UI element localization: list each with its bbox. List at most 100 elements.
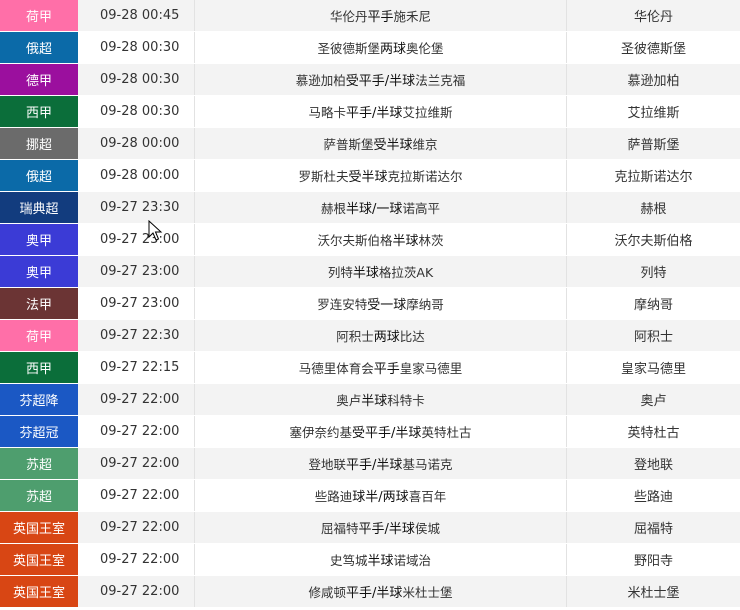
league-badge[interactable]: 法甲 [0, 288, 78, 319]
match-fixture[interactable]: 马德里体育会 平手 皇家马德里 [195, 352, 567, 383]
away-team: 法兰克福 [415, 73, 466, 88]
league-badge[interactable]: 芬超降 [0, 384, 78, 415]
match-fixture[interactable]: 史笃城 半球 诺域治 [195, 544, 567, 575]
pick-team: 英特杜古 [627, 426, 680, 441]
league-badge[interactable]: 荷甲 [0, 320, 78, 351]
table-row[interactable]: 英国王室 09-27 22:00 修咸顿 平手/半球 米杜士堡 米杜士堡 [0, 576, 740, 608]
match-fixture[interactable]: 罗连安特 受一球 摩纳哥 [195, 288, 567, 319]
league-badge[interactable]: 俄超 [0, 160, 78, 191]
handicap: 两球 [373, 330, 400, 345]
match-time: 09-28 00:00 [78, 128, 195, 159]
table-row[interactable]: 挪超 09-28 00:00 萨普斯堡 受半球 维京 萨普斯堡 [0, 128, 740, 160]
handicap: 受半球 [348, 170, 388, 185]
match-time: 09-27 23:00 [78, 288, 195, 319]
match-time: 09-28 00:45 [78, 0, 195, 31]
match-fixture[interactable]: 沃尔夫斯伯格 半球 林茨 [195, 224, 567, 255]
handicap: 受一球 [367, 298, 407, 313]
league-badge[interactable]: 苏超 [0, 480, 78, 511]
table-row[interactable]: 英国王室 09-27 22:00 屈福特 平手/半球 侯城 屈福特 [0, 512, 740, 544]
match-time: 09-28 00:30 [78, 96, 195, 127]
match-fixture[interactable]: 赫根 半球/一球 诺高平 [195, 192, 567, 223]
league-badge[interactable]: 苏超 [0, 448, 78, 479]
table-row[interactable]: 英国王室 09-27 22:00 史笃城 半球 诺域治 野阳寺 [0, 544, 740, 576]
match-fixture[interactable]: 圣彼德斯堡 两球 奥伦堡 [195, 32, 567, 63]
match-fixture[interactable]: 些路迪 球半/两球 喜百年 [195, 480, 567, 511]
league-badge[interactable]: 瑞典超 [0, 192, 78, 223]
league-badge[interactable]: 芬超冠 [0, 416, 78, 447]
table-row[interactable]: 法甲 09-27 23:00 罗连安特 受一球 摩纳哥 摩纳哥 [0, 288, 740, 320]
home-team: 赫根 [321, 201, 347, 216]
home-team: 史笃城 [329, 553, 368, 568]
table-row[interactable]: 奥甲 09-27 23:00 沃尔夫斯伯格 半球 林茨 沃尔夫斯伯格 [0, 224, 740, 256]
match-time: 09-27 22:30 [78, 320, 195, 351]
match-fixture[interactable]: 阿积士 两球 比达 [195, 320, 567, 351]
league-badge[interactable]: 奥甲 [0, 224, 78, 255]
pick-team: 登地联 [633, 458, 673, 473]
league-badge[interactable]: 英国王室 [0, 512, 78, 543]
league-badge[interactable]: 俄超 [0, 32, 78, 63]
home-team: 马德里体育会 [298, 361, 374, 376]
away-team: 米杜士堡 [402, 585, 453, 600]
league-badge[interactable]: 西甲 [0, 352, 78, 383]
table-row[interactable]: 芬超冠 09-27 22:00 塞伊奈约基 受平手/半球 英特杜古 英特杜古 [0, 416, 740, 448]
table-row[interactable]: 芬超降 09-27 22:00 奥卢 半球 科特卡 奥卢 [0, 384, 740, 416]
home-team: 列特 [327, 265, 353, 280]
pick-team: 圣彼德斯堡 [620, 42, 686, 57]
table-row[interactable]: 俄超 09-28 00:00 罗斯杜夫 受半球 克拉斯诺达尔 克拉斯诺达尔 [0, 160, 740, 192]
handicap: 平手/半球 [346, 458, 403, 473]
league-badge[interactable]: 荷甲 [0, 0, 78, 31]
table-row[interactable]: 西甲 09-27 22:15 马德里体育会 平手 皇家马德里 皇家马德里 [0, 352, 740, 384]
match-fixture[interactable]: 修咸顿 平手/半球 米杜士堡 [195, 576, 567, 607]
away-team: 喜百年 [408, 489, 447, 504]
handicap: 受平手/半球 [345, 74, 416, 89]
match-fixture[interactable]: 萨普斯堡 受半球 维京 [195, 128, 567, 159]
pick-team: 沃尔夫斯伯格 [614, 234, 693, 249]
match-fixture[interactable]: 奥卢 半球 科特卡 [195, 384, 567, 415]
home-team: 罗斯杜夫 [298, 169, 349, 184]
table-row[interactable]: 俄超 09-28 00:30 圣彼德斯堡 两球 奥伦堡 圣彼德斯堡 [0, 32, 740, 64]
match-time: 09-28 00:00 [78, 160, 195, 191]
match-fixture[interactable]: 马略卡 平手/半球 艾拉维斯 [195, 96, 567, 127]
table-row[interactable]: 荷甲 09-27 22:30 阿积士 两球 比达 阿积士 [0, 320, 740, 352]
home-team: 修咸顿 [308, 585, 347, 600]
pick-team: 奥卢 [640, 394, 667, 409]
away-team: 林茨 [418, 233, 444, 248]
away-team: 摩纳哥 [406, 297, 444, 312]
table-row[interactable]: 西甲 09-28 00:30 马略卡 平手/半球 艾拉维斯 艾拉维斯 [0, 96, 740, 128]
away-team: 奥伦堡 [406, 41, 444, 56]
pick-team: 屈福特 [633, 522, 673, 537]
match-fixture[interactable]: 华伦丹 平手 施禾尼 [195, 0, 567, 31]
league-badge[interactable]: 英国王室 [0, 544, 78, 575]
match-time: 09-27 22:00 [78, 512, 195, 543]
match-fixture[interactable]: 登地联 平手/半球 基马诺克 [195, 448, 567, 479]
league-badge[interactable]: 英国王室 [0, 576, 78, 607]
away-team: 诺高平 [402, 201, 440, 216]
league-badge[interactable]: 西甲 [0, 96, 78, 127]
league-badge[interactable]: 挪超 [0, 128, 78, 159]
home-team: 登地联 [308, 457, 347, 472]
home-team: 慕逊加柏 [295, 73, 346, 88]
table-row[interactable]: 苏超 09-27 22:00 登地联 平手/半球 基马诺克 登地联 [0, 448, 740, 480]
match-fixture[interactable]: 慕逊加柏 受平手/半球 法兰克福 [195, 64, 567, 95]
away-team: 侯城 [414, 521, 440, 536]
match-time: 09-27 22:00 [78, 576, 195, 607]
table-row[interactable]: 瑞典超 09-27 23:30 赫根 半球/一球 诺高平 赫根 [0, 192, 740, 224]
table-row[interactable]: 德甲 09-28 00:30 慕逊加柏 受平手/半球 法兰克福 慕逊加柏 [0, 64, 740, 96]
away-team: 克拉斯诺达尔 [387, 169, 463, 184]
match-fixture[interactable]: 罗斯杜夫 受半球 克拉斯诺达尔 [195, 160, 567, 191]
match-fixture[interactable]: 列特 半球 格拉茨AK [195, 256, 567, 287]
league-badge[interactable]: 奥甲 [0, 256, 78, 287]
home-team: 些路迪 [314, 489, 353, 504]
handicap: 平手/半球 [358, 522, 415, 537]
handicap: 平手 [373, 362, 400, 377]
match-time: 09-27 22:00 [78, 480, 195, 511]
league-badge[interactable]: 德甲 [0, 64, 78, 95]
pick-team: 萨普斯堡 [627, 138, 680, 153]
table-row[interactable]: 苏超 09-27 22:00 些路迪 球半/两球 喜百年 些路迪 [0, 480, 740, 512]
pick-team: 列特 [640, 266, 667, 281]
home-team: 阿积士 [336, 329, 374, 344]
table-row[interactable]: 奥甲 09-27 23:00 列特 半球 格拉茨AK 列特 [0, 256, 740, 288]
table-row[interactable]: 荷甲 09-28 00:45 华伦丹 平手 施禾尼 华伦丹 [0, 0, 740, 32]
match-fixture[interactable]: 塞伊奈约基 受平手/半球 英特杜古 [195, 416, 567, 447]
match-fixture[interactable]: 屈福特 平手/半球 侯城 [195, 512, 567, 543]
